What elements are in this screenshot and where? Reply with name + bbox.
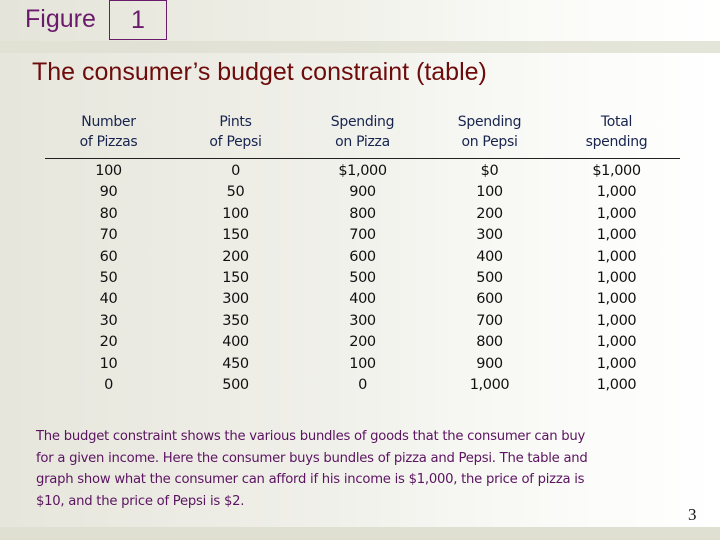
cell-spending-on-pepsi: 100 (476, 184, 503, 201)
table-row: 50 150 500 500 1,000 (45, 268, 680, 289)
header-line: Spending (457, 114, 522, 130)
header-line: on Pepsi (461, 134, 518, 150)
header-number-of-pizzas: Number of Pizzas (45, 112, 172, 159)
cell-pints-of-pepsi: 150 (222, 270, 249, 287)
cell-spending-on-pizza: $1,000 (338, 163, 387, 179)
cell-pints-of-pepsi: 0 (231, 163, 240, 179)
cell-spending-on-pizza: 600 (349, 248, 376, 265)
cell-number-of-pizzas: 20 (99, 334, 118, 351)
table-body: 100 0 $1,000 $0 $1,000 90 50 900 100 1,000 80 100 80… (45, 159, 680, 397)
cell-spending-on-pizza: 200 (349, 334, 376, 351)
cell-spending-on-pepsi: 200 (476, 205, 503, 222)
caption-line: $10, and the price of Pepsi is $2. (36, 493, 245, 509)
cell-spending-on-pizza: 100 (349, 355, 376, 372)
header-line: of Pepsi (209, 134, 262, 150)
header-line: Number (81, 114, 136, 130)
header-spending-on-pizza: Spending on Pizza (299, 112, 426, 159)
cell-total-spending: 1,000 (596, 205, 637, 222)
cell-total-spending: 1,000 (596, 227, 637, 244)
cell-spending-on-pizza: 800 (349, 205, 376, 222)
cell-pints-of-pepsi: 400 (222, 334, 249, 351)
cell-pints-of-pepsi: 100 (222, 205, 249, 222)
cell-spending-on-pepsi: 500 (476, 270, 503, 287)
caption-line: graph show what the consumer can afford … (36, 472, 585, 487)
table-header-row: Number of Pizzas Pints of Pepsi Spending on… (45, 112, 680, 159)
cell-number-of-pizzas: 80 (99, 205, 118, 222)
cell-pints-of-pepsi: 150 (222, 227, 249, 244)
cell-number-of-pizzas: 50 (99, 270, 118, 287)
cell-spending-on-pizza: 900 (349, 184, 376, 201)
header-band (0, 0, 720, 41)
figure-label: Figure (25, 5, 96, 33)
cell-number-of-pizzas: 90 (99, 184, 118, 201)
header-line: of Pizzas (79, 134, 138, 150)
header-divider-stripe (0, 41, 720, 53)
budget-table: Number of Pizzas Pints of Pepsi Spending on… (45, 112, 680, 396)
table-row: 20 400 200 800 1,000 (45, 332, 680, 353)
header-line: on Pizza (335, 134, 390, 150)
cell-number-of-pizzas: 10 (99, 355, 118, 372)
cell-pints-of-pepsi: 500 (222, 377, 249, 394)
caption-line: The budget constraint shows the various … (36, 429, 586, 444)
cell-spending-on-pizza: 700 (349, 227, 376, 244)
cell-total-spending: 1,000 (596, 334, 637, 351)
footer-band (0, 527, 720, 540)
cell-spending-on-pizza: 500 (349, 270, 376, 287)
cell-spending-on-pepsi: 900 (476, 355, 503, 372)
figure-number-box: 1 (109, 0, 167, 40)
table-row: 60 200 600 400 1,000 (45, 247, 680, 268)
slide-title: The consumer’s budget constraint (table) (32, 58, 487, 86)
cell-total-spending: 1,000 (596, 291, 637, 308)
table-row: 70 150 700 300 1,000 (45, 225, 680, 246)
cell-total-spending: 1,000 (596, 248, 637, 265)
cell-pints-of-pepsi: 350 (222, 312, 249, 329)
cell-total-spending: 1,000 (596, 355, 637, 372)
page-number: 3 (688, 505, 697, 524)
table-row: 40 300 400 600 1,000 (45, 289, 680, 310)
cell-spending-on-pepsi: 300 (476, 227, 503, 244)
table-row: 10 450 100 900 1,000 (45, 354, 680, 375)
cell-total-spending: 1,000 (596, 184, 637, 201)
cell-spending-on-pepsi: 800 (476, 334, 503, 351)
figure-caption: The budget constraint shows the various … (36, 426, 686, 512)
cell-total-spending: 1,000 (596, 270, 637, 287)
cell-spending-on-pizza: 300 (349, 312, 376, 329)
cell-total-spending: 1,000 (596, 312, 637, 329)
header-line: spending (585, 134, 648, 150)
table-row: 90 50 900 100 1,000 (45, 182, 680, 203)
table-row: 0 500 0 1,000 1,000 (45, 375, 680, 396)
cell-spending-on-pepsi: 600 (476, 291, 503, 308)
cell-number-of-pizzas: 70 (99, 227, 118, 244)
table-row: 30 350 300 700 1,000 (45, 311, 680, 332)
header-spending-on-pepsi: Spending on Pepsi (426, 112, 553, 159)
cell-total-spending: 1,000 (596, 377, 637, 394)
header-line: Pints (219, 114, 252, 130)
cell-spending-on-pepsi: 700 (476, 312, 503, 329)
header-line: Spending (330, 114, 395, 130)
table-row: 80 100 800 200 1,000 (45, 204, 680, 225)
cell-pints-of-pepsi: 450 (222, 355, 249, 372)
cell-pints-of-pepsi: 200 (222, 248, 249, 265)
cell-pints-of-pepsi: 300 (222, 291, 249, 308)
caption-line: for a given income. Here the consumer bu… (36, 450, 588, 466)
cell-spending-on-pepsi: 1,000 (469, 377, 510, 394)
cell-number-of-pizzas: 60 (99, 248, 118, 265)
cell-pints-of-pepsi: 50 (226, 184, 245, 201)
cell-number-of-pizzas: 0 (104, 377, 113, 394)
cell-spending-on-pizza: 0 (358, 377, 367, 394)
cell-total-spending: $1,000 (592, 163, 641, 179)
cell-number-of-pizzas: 40 (99, 291, 118, 308)
table-row: 100 0 $1,000 $0 $1,000 (45, 159, 680, 183)
header-total-spending: Total spending (553, 112, 680, 159)
cell-number-of-pizzas: 100 (95, 163, 122, 179)
cell-spending-on-pepsi: 400 (476, 248, 503, 265)
header-pints-of-pepsi: Pints of Pepsi (172, 112, 299, 159)
cell-spending-on-pepsi: $0 (480, 163, 499, 179)
cell-spending-on-pizza: 400 (349, 291, 376, 308)
header-line: Total (600, 114, 633, 130)
figure-number: 1 (131, 5, 145, 34)
cell-number-of-pizzas: 30 (99, 312, 118, 329)
